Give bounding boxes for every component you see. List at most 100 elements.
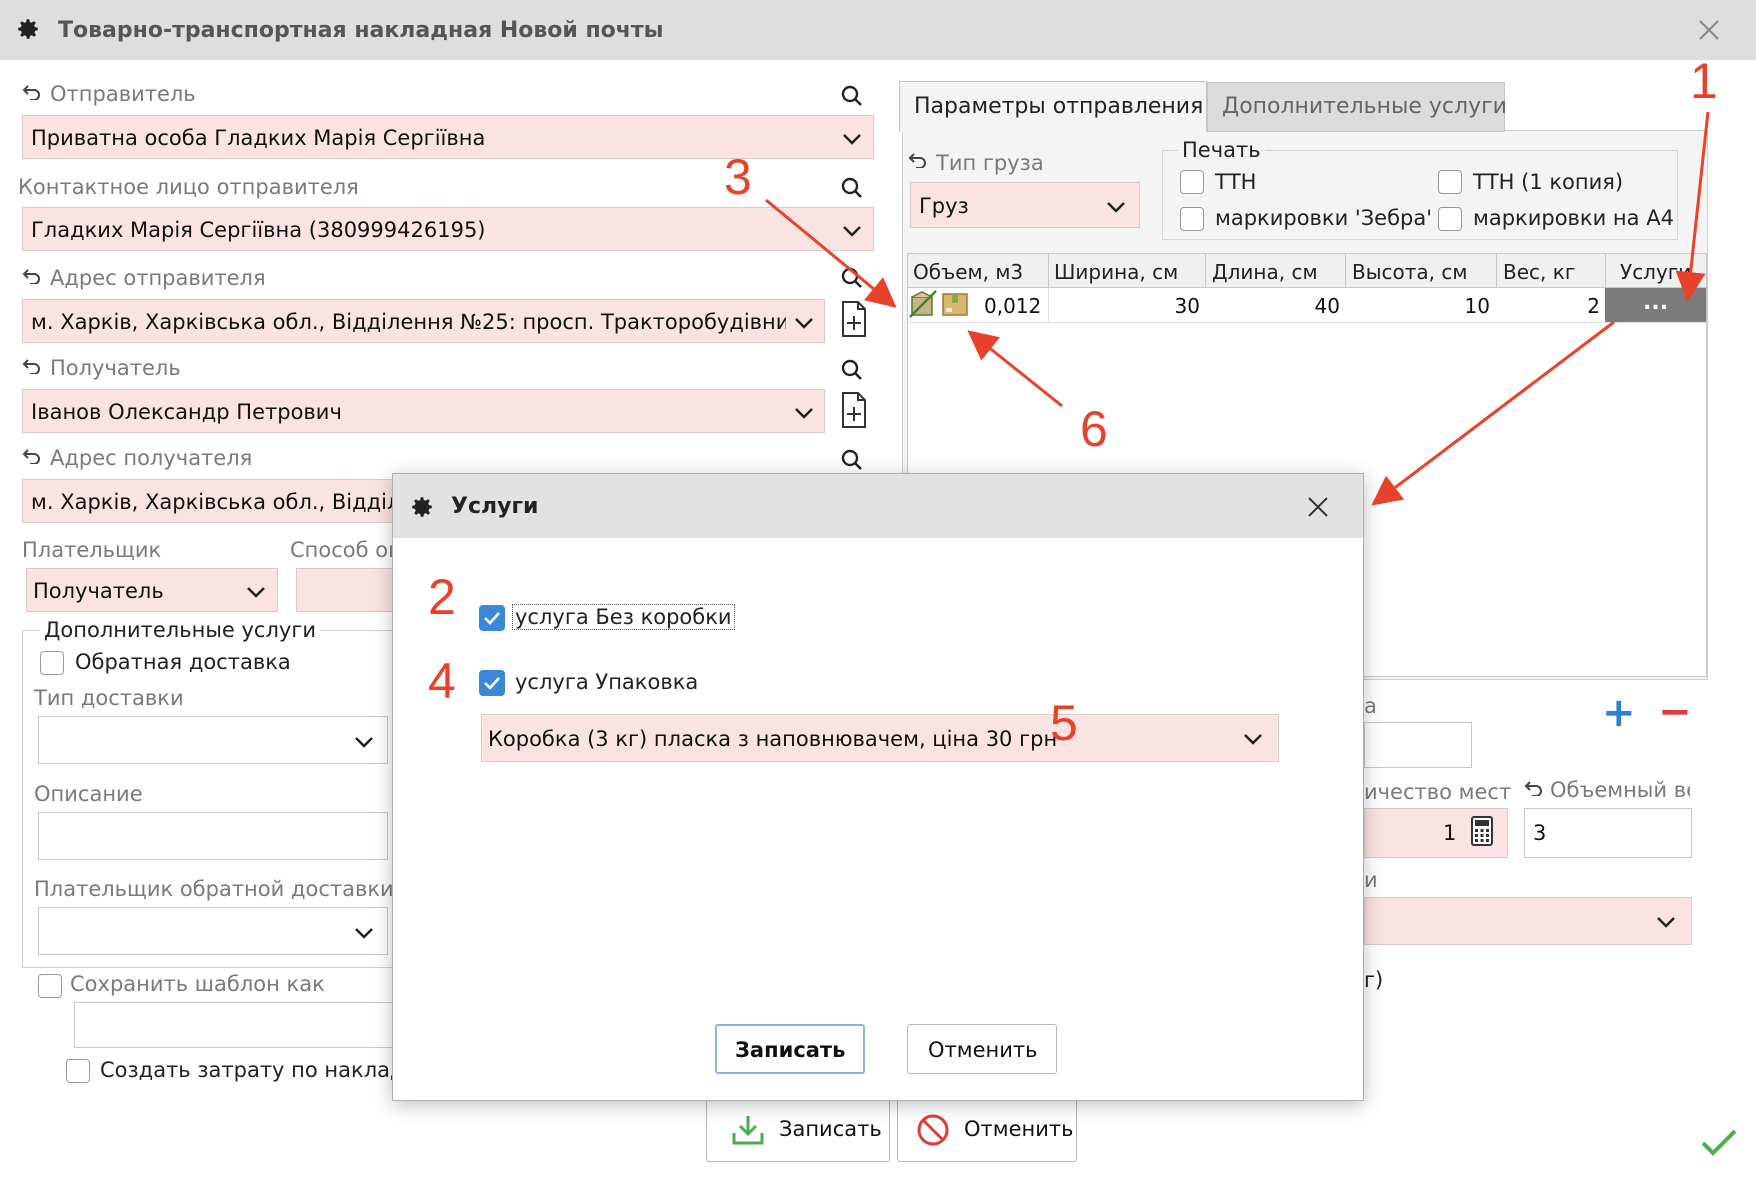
col-volume[interactable]: Объем, м3 bbox=[913, 260, 1023, 284]
save-template-input[interactable] bbox=[74, 1002, 394, 1048]
dialog-cancel-label: Отменить bbox=[928, 1038, 1038, 1062]
search-icon[interactable] bbox=[840, 358, 864, 382]
chevron-down-icon bbox=[355, 928, 373, 939]
chevron-down-icon bbox=[795, 408, 813, 419]
description-input[interactable] bbox=[38, 812, 388, 860]
chevron-down-icon bbox=[1244, 734, 1262, 745]
delivery-type-select[interactable] bbox=[38, 716, 388, 764]
tab-shipment-params-label: Параметры отправления bbox=[914, 94, 1204, 119]
col-length[interactable]: Длина, см bbox=[1212, 260, 1318, 284]
volume-weight-input[interactable]: 3 bbox=[1524, 808, 1692, 858]
print-zebra-checkbox[interactable] bbox=[1180, 207, 1204, 231]
return-delivery-checkbox[interactable] bbox=[40, 651, 64, 675]
annotation-5: 5 bbox=[1050, 695, 1078, 751]
partial-select[interactable] bbox=[1364, 897, 1692, 945]
packing-checkbox[interactable] bbox=[479, 670, 505, 696]
window-title: Товарно-транспортная накладная Новой поч… bbox=[58, 18, 664, 43]
no-box-checkbox[interactable] bbox=[479, 605, 505, 631]
undo-arrow-icon[interactable] bbox=[22, 84, 42, 100]
tab-extra-services-label: Дополнительные услуги bbox=[1222, 94, 1507, 119]
partial-input[interactable] bbox=[1364, 722, 1472, 768]
undo-arrow-icon[interactable] bbox=[1524, 780, 1544, 796]
partial-label-a: а bbox=[1364, 694, 1377, 718]
description-label: Описание bbox=[34, 782, 143, 806]
col-width[interactable]: Ширина, см bbox=[1054, 260, 1178, 284]
cell-length[interactable]: 40 bbox=[1300, 294, 1340, 318]
services-button[interactable]: ... bbox=[1605, 288, 1706, 322]
col-services[interactable]: Услуги bbox=[1620, 260, 1691, 284]
delivery-type-label: Тип доставки bbox=[34, 686, 184, 710]
new-document-icon[interactable] bbox=[840, 300, 868, 338]
create-expense-checkbox[interactable] bbox=[66, 1059, 90, 1083]
volume-weight-label: Объемный вес bbox=[1550, 778, 1690, 802]
no-box-label[interactable]: услуга Без коробки bbox=[512, 604, 735, 630]
download-icon bbox=[732, 1116, 764, 1145]
main-save-button[interactable]: Записать bbox=[706, 1096, 890, 1162]
return-payer-select[interactable] bbox=[38, 907, 388, 955]
payment-method-select[interactable] bbox=[296, 568, 396, 612]
sender-address-label: Адрес отправителя bbox=[50, 266, 266, 290]
cell-weight[interactable]: 2 bbox=[1560, 294, 1600, 318]
cell-volume[interactable]: 0,012 bbox=[984, 294, 1041, 318]
services-dialog: Услуги услуга Без коробки услуга Упаковк… bbox=[392, 473, 1364, 1101]
sender-address-select[interactable]: м. Харків, Харківська обл., Відділення №… bbox=[22, 299, 825, 343]
close-icon[interactable] bbox=[1697, 18, 1721, 42]
search-icon[interactable] bbox=[840, 266, 864, 290]
cargo-type-select[interactable]: Груз bbox=[910, 182, 1140, 228]
no-box-icon[interactable] bbox=[908, 289, 938, 319]
dialog-title: Услуги bbox=[451, 494, 539, 519]
contact-label: Контактное лицо отправителя bbox=[18, 175, 359, 199]
undo-arrow-icon[interactable] bbox=[22, 268, 42, 284]
main-cancel-label: Отменить bbox=[964, 1117, 1074, 1141]
recipient-address-select[interactable]: м. Харків, Харківська обл., Відділен bbox=[22, 479, 427, 523]
print-a4-checkbox[interactable] bbox=[1438, 207, 1462, 231]
undo-arrow-icon[interactable] bbox=[22, 448, 42, 464]
search-icon[interactable] bbox=[840, 176, 864, 200]
contact-select[interactable]: Гладких Марія Сергіївна (380999426195) bbox=[22, 207, 874, 251]
main-save-label: Записать bbox=[779, 1117, 882, 1141]
print-group-title: Печать bbox=[1178, 138, 1265, 162]
recipient-select[interactable]: Іванов Олександр Петрович bbox=[22, 389, 825, 433]
extra-services-group-title: Дополнительные услуги bbox=[40, 618, 320, 642]
package-icon[interactable] bbox=[940, 289, 970, 319]
payer-select[interactable]: Получатель bbox=[26, 568, 278, 612]
annotation-1: 1 bbox=[1690, 53, 1718, 109]
tab-shipment-params[interactable]: Параметры отправления bbox=[899, 81, 1207, 132]
dialog-save-button[interactable]: Записать bbox=[715, 1024, 865, 1074]
tab-extra-services[interactable]: Дополнительные услуги bbox=[1207, 82, 1507, 132]
return-payer-label: Плательщик обратной доставки bbox=[34, 877, 394, 901]
dialog-close-icon[interactable] bbox=[1307, 496, 1329, 518]
services-button-label: ... bbox=[1643, 290, 1669, 315]
sender-label: Отправитель bbox=[50, 82, 196, 106]
main-cancel-button[interactable]: Отменить bbox=[897, 1096, 1077, 1162]
undo-arrow-icon[interactable] bbox=[908, 152, 928, 168]
recipient-value: Іванов Олександр Петрович bbox=[31, 400, 342, 424]
col-weight[interactable]: Вес, кг bbox=[1503, 260, 1575, 284]
packing-label[interactable]: услуга Упаковка bbox=[515, 670, 698, 694]
packing-value: Коробка (3 кг) пласка з наповнювачем, ці… bbox=[488, 727, 1058, 751]
cell-width[interactable]: 30 bbox=[1160, 294, 1200, 318]
cell-height[interactable]: 10 bbox=[1450, 294, 1490, 318]
search-icon[interactable] bbox=[840, 448, 864, 472]
col-height[interactable]: Высота, см bbox=[1352, 260, 1467, 284]
places-label: ичество мест bbox=[1364, 780, 1512, 804]
calculator-icon[interactable] bbox=[1470, 815, 1494, 847]
recipient-label: Получатель bbox=[50, 356, 181, 380]
check-icon bbox=[484, 612, 500, 625]
dialog-cancel-button[interactable]: Отменить bbox=[907, 1024, 1057, 1074]
undo-arrow-icon[interactable] bbox=[22, 358, 42, 374]
print-ttn-copy-checkbox[interactable] bbox=[1438, 170, 1462, 194]
print-zebra-label: маркировки 'Зебра' bbox=[1215, 206, 1433, 230]
search-icon[interactable] bbox=[840, 84, 864, 108]
new-document-icon[interactable] bbox=[840, 391, 868, 429]
volume-weight-value: 3 bbox=[1533, 821, 1547, 845]
annotation-2: 2 bbox=[428, 569, 456, 625]
print-ttn-checkbox[interactable] bbox=[1180, 170, 1204, 194]
packing-select[interactable]: Коробка (3 кг) пласка з наповнювачем, ці… bbox=[481, 714, 1279, 762]
add-place-button[interactable]: + bbox=[1602, 693, 1636, 733]
chevron-down-icon bbox=[247, 587, 265, 598]
remove-place-button[interactable]: − bbox=[1658, 692, 1692, 732]
save-template-label: Сохранить шаблон как bbox=[70, 972, 325, 996]
chevron-down-icon bbox=[1657, 917, 1675, 928]
save-template-checkbox[interactable] bbox=[38, 974, 62, 998]
